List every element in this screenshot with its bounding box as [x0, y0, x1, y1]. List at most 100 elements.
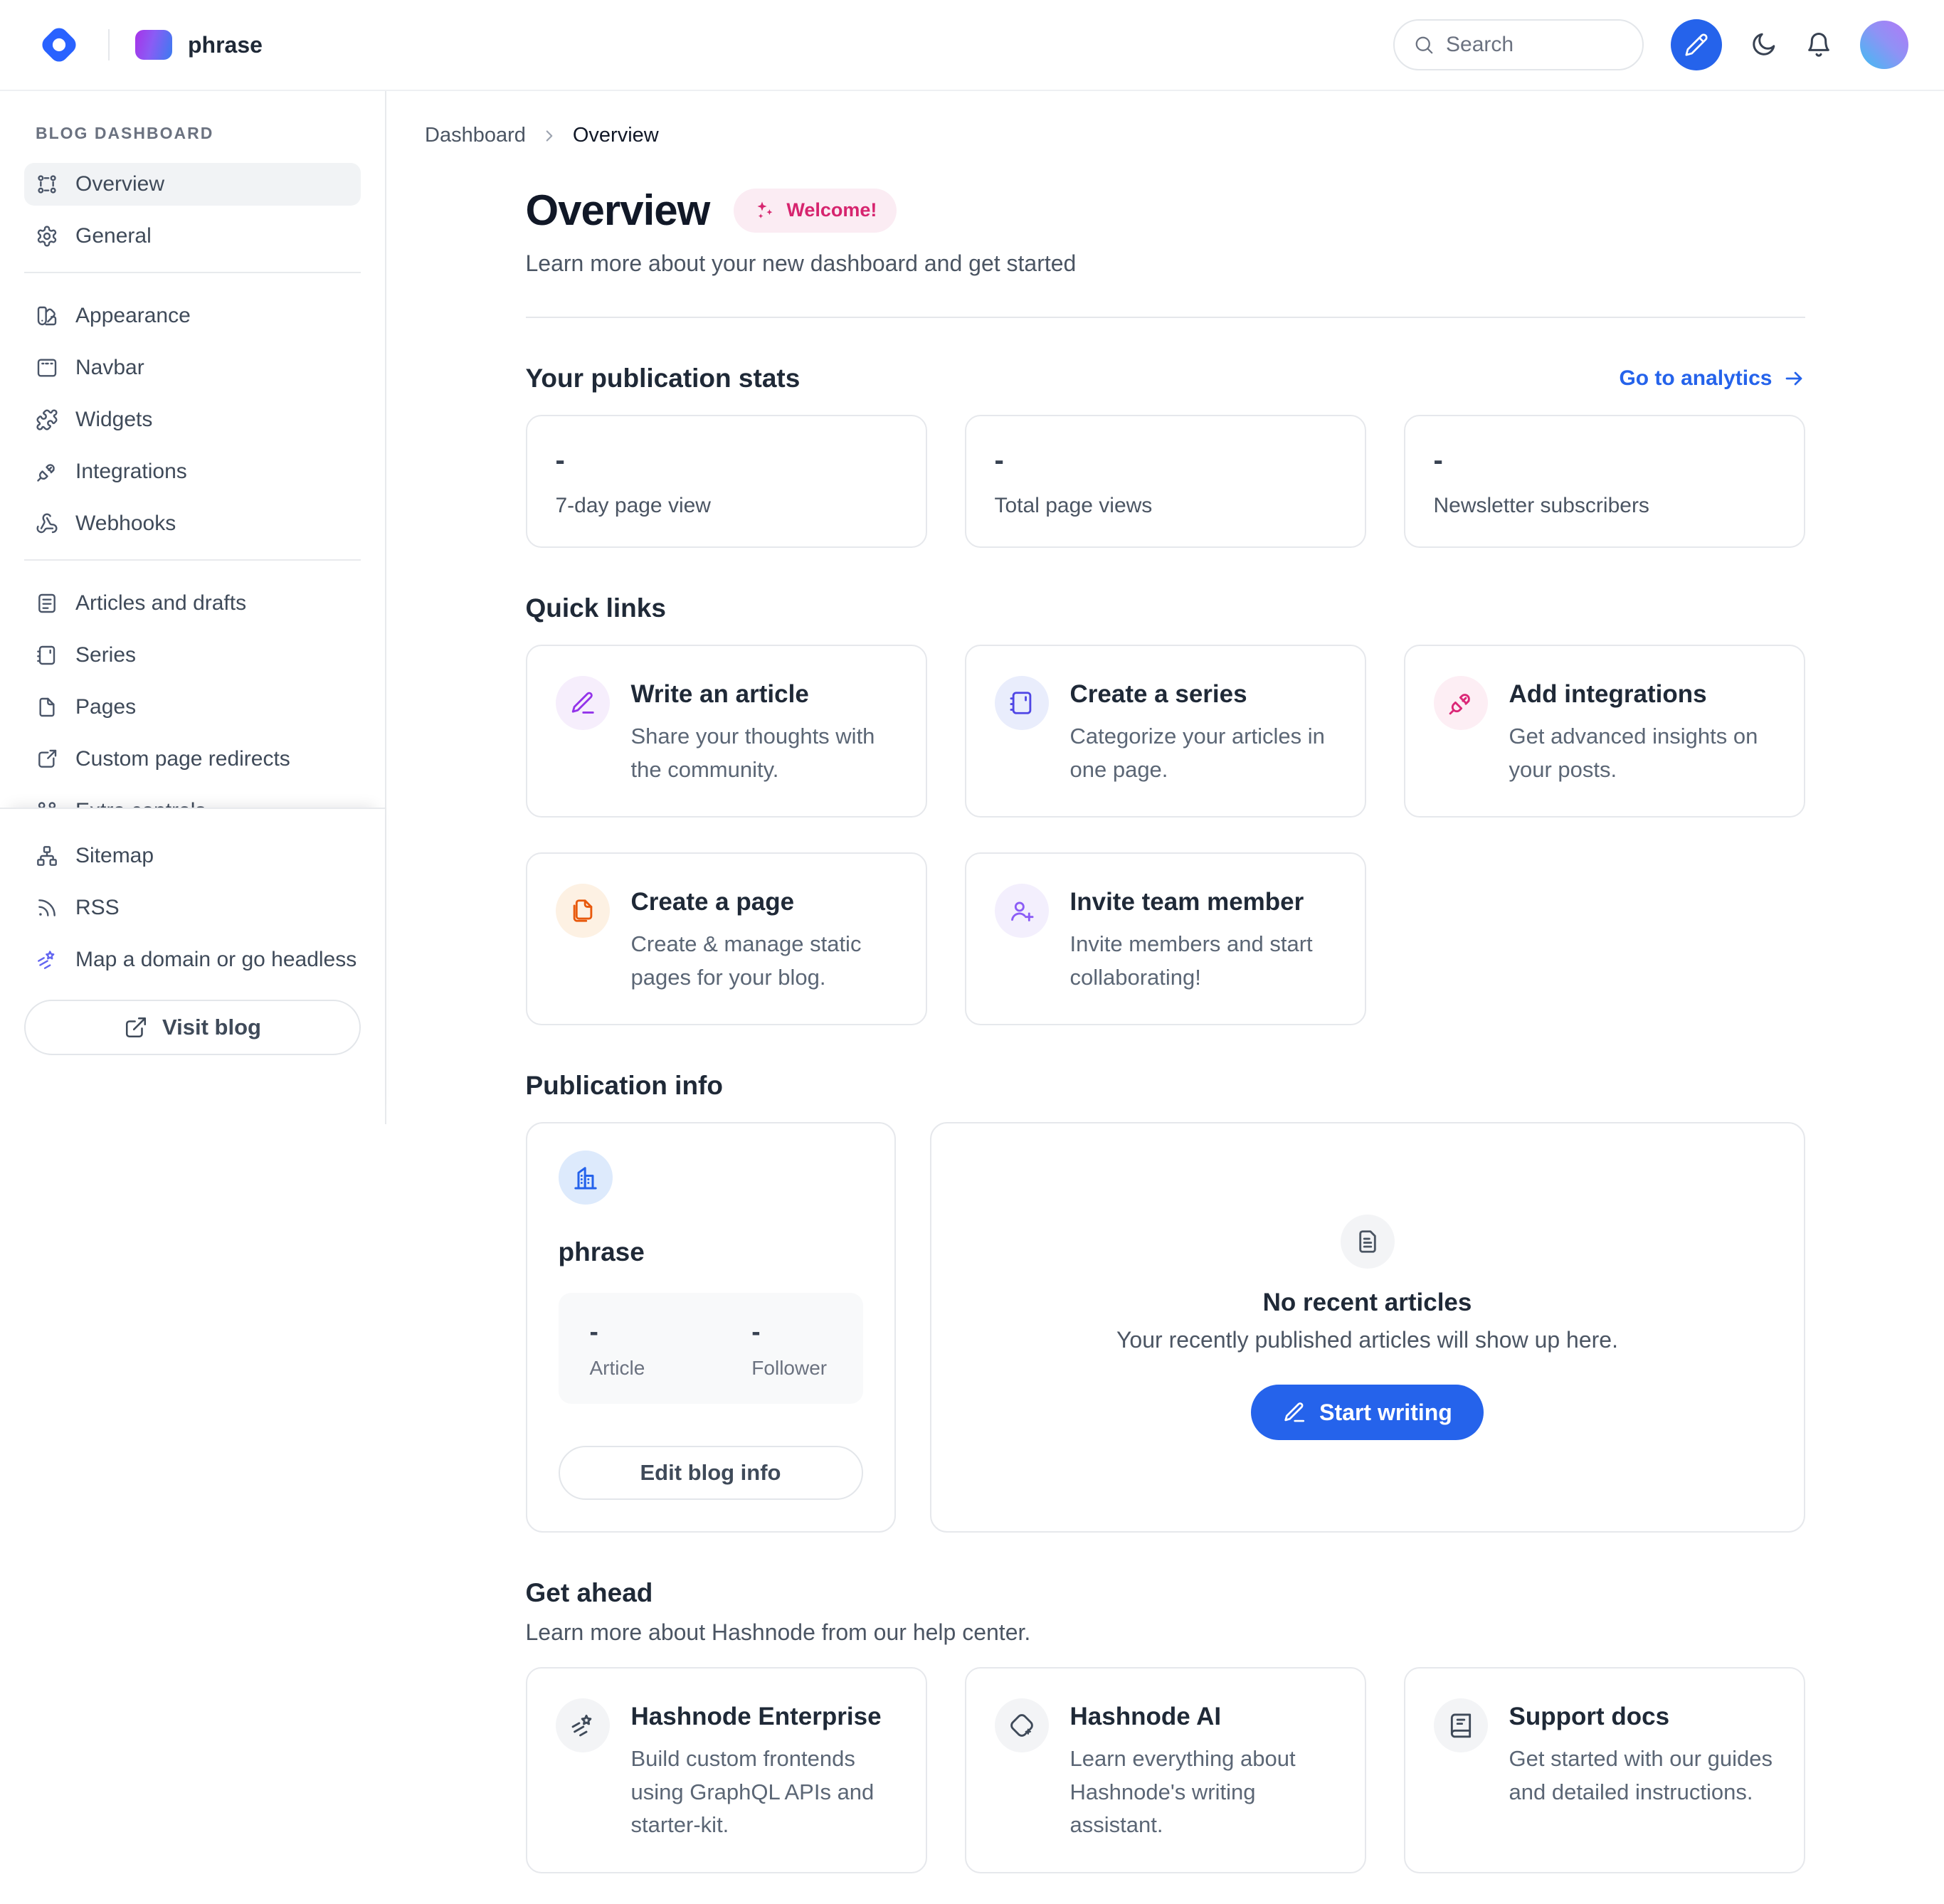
sitemap-icon: [36, 845, 58, 867]
empty-state-desc: Your recently published articles will sh…: [1116, 1327, 1618, 1353]
sidebar-item-map-domain[interactable]: Map a domain or go headless: [24, 938, 361, 981]
stat-card-newsletter: - Newsletter subscribers: [1404, 415, 1805, 548]
go-to-analytics-link[interactable]: Go to analytics: [1619, 366, 1805, 391]
stat-label: 7-day page view: [556, 494, 897, 518]
quick-link-desc: Categorize your articles in one page.: [1070, 720, 1336, 786]
user-avatar[interactable]: [1860, 21, 1908, 69]
quick-link-title: Create a series: [1070, 676, 1336, 709]
quick-link-add-integrations[interactable]: Add integrations Get advanced insights o…: [1404, 645, 1805, 818]
stat-value: -: [1434, 445, 1775, 477]
page-icon: [36, 696, 58, 719]
sidebar-item-navbar[interactable]: Navbar: [24, 347, 361, 389]
breadcrumb-dashboard[interactable]: Dashboard: [425, 124, 526, 147]
main-content: Dashboard Overview Overview Welcome! Lea…: [386, 91, 1944, 1873]
empty-state-title: No recent articles: [1263, 1289, 1472, 1317]
webhook-icon: [36, 512, 58, 535]
rss-icon: [36, 897, 58, 919]
sidebar-item-label: Map a domain or go headless: [75, 948, 356, 972]
analytics-link-label: Go to analytics: [1619, 366, 1772, 391]
quick-link-create-page[interactable]: Create a page Create & manage static pag…: [526, 852, 927, 1025]
welcome-badge: Welcome!: [734, 189, 897, 233]
stat-card-total: - Total page views: [965, 415, 1366, 548]
article-doc-icon: [36, 592, 58, 615]
pencil-icon: [1684, 33, 1708, 57]
publication-title: phrase: [559, 1237, 645, 1267]
stat-label: Total page views: [995, 494, 1336, 518]
quick-links-cards: Write an article Share your thoughts wit…: [526, 645, 1805, 1025]
sidebar-item-webhooks[interactable]: Webhooks: [24, 502, 361, 545]
search-input[interactable]: [1446, 33, 1624, 57]
publication-stats-box: - Article - Follower: [559, 1293, 863, 1404]
sidebar-item-general[interactable]: General: [24, 215, 361, 258]
card-desc: Build custom frontends using GraphQL API…: [631, 1742, 897, 1842]
publication-info-heading: Publication info: [526, 1071, 723, 1101]
hashnode-logo-icon[interactable]: [36, 21, 83, 68]
page-icon: [556, 884, 610, 938]
chevron-right-icon: [540, 127, 559, 145]
sidebar-item-appearance[interactable]: Appearance: [24, 295, 361, 337]
sidebar-item-series[interactable]: Series: [24, 634, 361, 677]
sidebar-item-label: Pages: [75, 695, 136, 719]
quick-link-write-article[interactable]: Write an article Share your thoughts wit…: [526, 645, 927, 818]
write-button[interactable]: [1671, 19, 1722, 70]
pencil-icon: [556, 676, 610, 730]
publication-stat-follower: - Follower: [751, 1317, 827, 1380]
sidebar-item-sitemap[interactable]: Sitemap: [24, 835, 361, 877]
card-title: Hashnode Enterprise: [631, 1698, 897, 1731]
building-icon: [559, 1151, 613, 1205]
publication-name: phrase: [188, 32, 263, 58]
card-desc: Get started with our guides and detailed…: [1509, 1742, 1775, 1809]
sidebar-item-widgets[interactable]: Widgets: [24, 398, 361, 441]
get-ahead-cards: Hashnode Enterprise Build custom fronten…: [526, 1667, 1805, 1873]
external-arrow-icon: [36, 748, 58, 771]
sidebar-item-label: Widgets: [75, 408, 152, 432]
page-title: Overview: [526, 186, 710, 235]
sidebar-item-label: Integrations: [75, 460, 187, 484]
quick-link-desc: Get advanced insights on your posts.: [1509, 720, 1775, 786]
quick-link-invite-member[interactable]: Invite team member Invite members and st…: [965, 852, 1366, 1025]
card-support-docs[interactable]: Support docs Get started with our guides…: [1404, 1667, 1805, 1873]
sidebar-item-overview[interactable]: Overview: [24, 163, 361, 206]
quick-link-title: Write an article: [631, 676, 897, 709]
sidebar-item-label: Appearance: [75, 304, 191, 328]
stat-label: Article: [590, 1357, 645, 1380]
sidebar-section-label: BLOG DASHBOARD: [36, 124, 349, 143]
arrow-right-icon: [1782, 367, 1805, 390]
notebook-icon: [995, 676, 1049, 730]
stats-heading: Your publication stats: [526, 364, 801, 393]
quick-link-desc: Create & manage static pages for your bl…: [631, 928, 897, 994]
moon-icon: [1749, 31, 1777, 59]
card-hashnode-enterprise[interactable]: Hashnode Enterprise Build custom fronten…: [526, 1667, 927, 1873]
visit-blog-label: Visit blog: [162, 1015, 261, 1040]
sidebar-footer: Sitemap RSS Map a domain or go headless …: [0, 808, 385, 1124]
search-icon: [1413, 34, 1435, 55]
sidebar-item-articles-drafts[interactable]: Articles and drafts: [24, 582, 361, 625]
sidebar-item-rss[interactable]: RSS: [24, 887, 361, 929]
stat-value: -: [751, 1317, 827, 1347]
card-title: Support docs: [1509, 1698, 1775, 1731]
edit-blog-info-button[interactable]: Edit blog info: [559, 1446, 863, 1500]
search-input-wrapper[interactable]: [1393, 19, 1644, 70]
sidebar-item-integrations[interactable]: Integrations: [24, 450, 361, 493]
top-bar: phrase: [0, 0, 1944, 91]
start-writing-button[interactable]: Start writing: [1251, 1385, 1484, 1440]
pencil-icon: [1282, 1400, 1306, 1424]
sidebar-item-pages[interactable]: Pages: [24, 686, 361, 729]
card-hashnode-ai[interactable]: Hashnode AI Learn everything about Hashn…: [965, 1667, 1366, 1873]
dark-mode-toggle[interactable]: [1749, 31, 1777, 59]
quick-link-create-series[interactable]: Create a series Categorize your articles…: [965, 645, 1366, 818]
user-plus-icon: [995, 884, 1049, 938]
page-subtitle: Learn more about your new dashboard and …: [526, 250, 1805, 277]
stat-value: -: [556, 445, 897, 477]
notifications-button[interactable]: [1805, 31, 1833, 59]
plug-icon: [1434, 676, 1488, 730]
breadcrumb: Dashboard Overview: [386, 91, 1944, 147]
breadcrumb-overview[interactable]: Overview: [573, 124, 659, 147]
notebook-icon: [36, 644, 58, 667]
visit-blog-button[interactable]: Visit blog: [24, 1000, 361, 1055]
publication-switcher[interactable]: phrase: [135, 30, 263, 60]
sidebar-divider: [24, 559, 361, 561]
quick-links-heading: Quick links: [526, 593, 666, 623]
sidebar-item-custom-redirects[interactable]: Custom page redirects: [24, 738, 361, 781]
bell-icon: [1805, 31, 1833, 59]
